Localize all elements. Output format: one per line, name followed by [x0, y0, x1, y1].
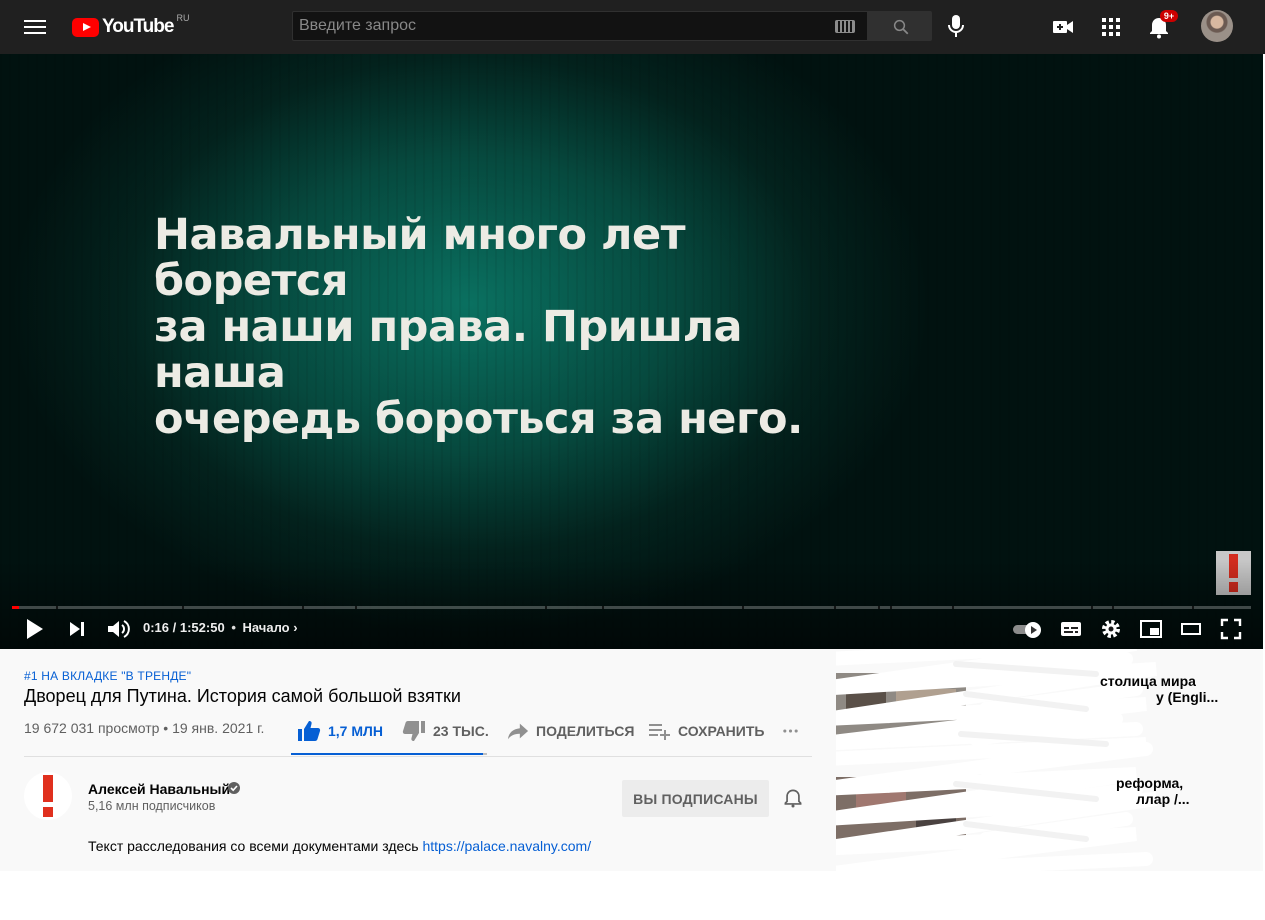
time-display: 0:16 / 1:52:50 • Начало › [143, 620, 298, 635]
subtitles-icon [1061, 622, 1081, 636]
more-actions-button[interactable] [782, 717, 806, 745]
progress-played [12, 606, 20, 609]
microphone-icon[interactable] [944, 12, 968, 40]
divider [24, 756, 812, 757]
logo-region: RU [176, 13, 190, 23]
chapter-marker [56, 606, 58, 609]
keyboard-icon[interactable] [835, 20, 855, 33]
subtitles-button[interactable] [1058, 616, 1084, 642]
share-label: ПОДЕЛИТЬСЯ [536, 723, 635, 739]
miniplayer-icon [1140, 620, 1162, 638]
menu-icon[interactable] [24, 17, 46, 37]
video-frame-line: за наши права. Пришла наша [154, 302, 743, 398]
apps-grid-icon[interactable] [1098, 14, 1124, 40]
time-separator: • [231, 620, 236, 635]
chapter-marker [602, 606, 604, 609]
video-frame-line: Навальный много лет борется [154, 210, 686, 306]
description-link[interactable]: https://palace.navalny.com/ [422, 838, 591, 854]
video-frame-line: очередь бороться за него. [154, 394, 803, 444]
theater-mode-button[interactable] [1178, 616, 1204, 642]
user-avatar[interactable] [1201, 10, 1233, 42]
create-video-icon[interactable] [1050, 14, 1076, 40]
theater-icon [1181, 623, 1201, 635]
thumbs-down-icon [402, 721, 425, 741]
search-icon [893, 19, 909, 35]
next-button[interactable] [66, 616, 88, 642]
mute-button[interactable] [105, 616, 131, 642]
autoplay-toggle[interactable] [1013, 622, 1043, 638]
view-count-date: 19 672 031 просмотр • 19 янв. 2021 г. [24, 720, 265, 736]
like-count: 1,7 МЛН [328, 723, 383, 739]
chapter-title[interactable]: Начало › [243, 620, 298, 635]
fullscreen-icon [1220, 618, 1242, 640]
masthead: YouTube RU 9+ [0, 0, 1265, 54]
related-video-title-fragment[interactable]: реформа, [1116, 775, 1183, 791]
dislike-count: 23 ТЫС. [433, 723, 489, 739]
scribble-redaction [836, 649, 1158, 871]
logo-text: YouTube [102, 16, 174, 37]
verified-check-icon [228, 782, 240, 794]
chapter-marker [890, 606, 892, 609]
video-title: Дворец для Путина. История самой большой… [24, 686, 461, 706]
chapter-marker [1192, 606, 1194, 609]
play-icon [27, 619, 43, 639]
progress-bar[interactable] [12, 606, 1251, 609]
chapter-marker [182, 606, 184, 609]
notification-preferences-icon[interactable] [782, 787, 804, 814]
thumbs-up-icon [298, 721, 321, 741]
subscriber-count: 5,16 млн подписчиков [88, 799, 216, 813]
youtube-play-icon [72, 17, 99, 37]
chapter-marker [302, 606, 304, 609]
chapter-marker [1112, 606, 1114, 609]
related-video-title-fragment[interactable]: y (Engli... [1156, 689, 1218, 705]
related-videos-sidebar: столица мира y (Engli... реформа, ллар /… [836, 649, 1263, 871]
related-video-title-fragment[interactable]: столица мира [1100, 673, 1196, 689]
chapter-marker [1091, 606, 1093, 609]
save-button[interactable]: СОХРАНИТЬ [647, 717, 764, 745]
more-horizontal-icon [783, 729, 798, 733]
chapter-marker [834, 606, 836, 609]
chapter-marker [952, 606, 954, 609]
search-box [292, 11, 868, 41]
gear-icon [1102, 620, 1120, 638]
duration: 1:52:50 [179, 620, 225, 635]
notification-badge: 9+ [1160, 10, 1178, 22]
playlist-add-icon [649, 724, 670, 740]
youtube-logo[interactable]: YouTube RU [72, 13, 190, 38]
video-frame-text: Навальный много лет борется за наши прав… [154, 212, 874, 442]
current-time: 0:16 [143, 620, 170, 635]
fullscreen-button[interactable] [1218, 616, 1244, 642]
search-input[interactable] [293, 12, 813, 40]
like-ratio-fill [291, 753, 484, 755]
play-button[interactable] [24, 616, 46, 642]
related-video-title-fragment[interactable]: ллар /... [1136, 791, 1190, 807]
chapter-marker [545, 606, 547, 609]
trending-tag[interactable]: #1 НА ВКЛАДКЕ "В ТРЕНДЕ" [24, 669, 191, 683]
description-text: Текст расследования со всеми документами… [88, 838, 423, 854]
video-description: Текст расследования со всеми документами… [88, 838, 591, 854]
save-label: СОХРАНИТЬ [678, 723, 765, 739]
subscribed-button[interactable]: ВЫ ПОДПИСАНЫ [622, 780, 769, 817]
like-button[interactable]: 1,7 МЛН [297, 717, 383, 745]
like-dislike-bar [291, 753, 487, 755]
chapter-label: Начало [242, 620, 290, 635]
search-button[interactable] [868, 11, 932, 41]
share-icon [507, 723, 529, 740]
settings-button[interactable] [1098, 616, 1124, 642]
channel-name[interactable]: Алексей Навальный [88, 781, 230, 797]
video-player[interactable]: Навальный много лет борется за наши прав… [0, 54, 1263, 649]
share-button[interactable]: ПОДЕЛИТЬСЯ [507, 717, 634, 745]
volume-icon [108, 620, 130, 638]
dislike-button[interactable]: 23 ТЫС. [402, 717, 489, 745]
chapter-marker [742, 606, 744, 609]
chapter-marker [355, 606, 357, 609]
channel-avatar[interactable] [24, 772, 72, 820]
chapter-marker [878, 606, 880, 609]
miniplayer-button[interactable] [1138, 616, 1164, 642]
next-icon [70, 622, 84, 636]
